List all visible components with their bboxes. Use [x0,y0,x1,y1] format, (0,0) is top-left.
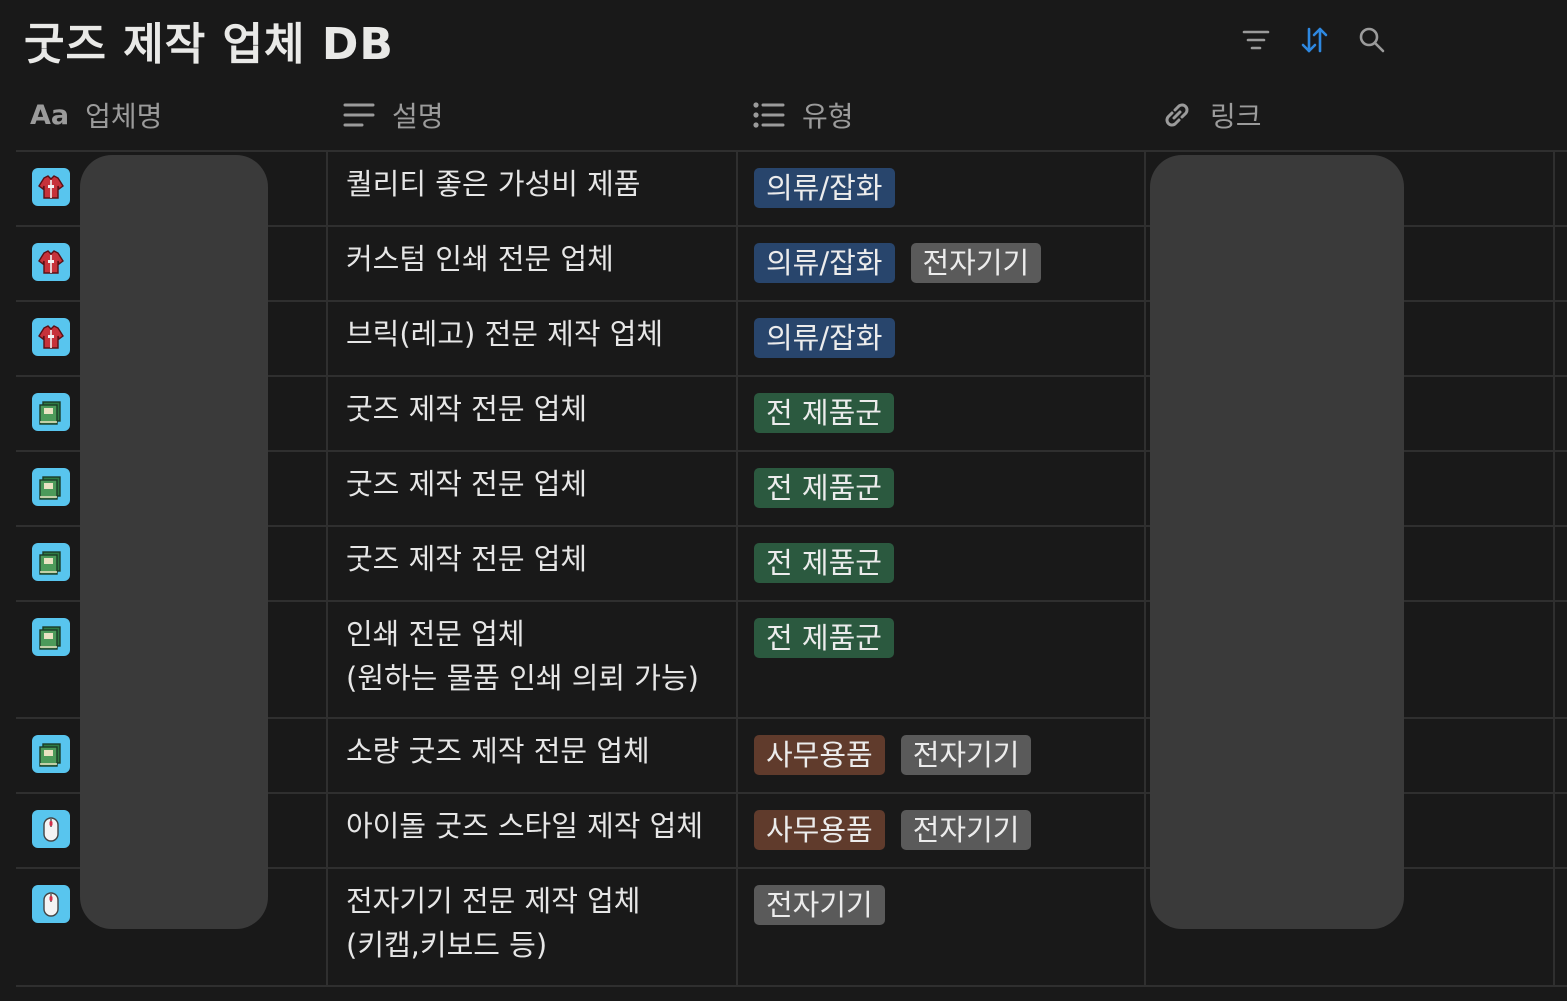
column-label-name: 업체명 [85,100,163,133]
books-icon [32,543,70,581]
description-cell[interactable]: 굿즈 제작 전문 업체 [326,452,736,525]
tag-list: 전 제품군 [754,618,894,658]
books-icon [32,393,70,431]
tag-list: 의류/잡화 [754,168,895,208]
trailing-cell [1553,302,1567,375]
type-cell[interactable]: 전 제품군 [736,602,1146,717]
books-icon [32,735,70,773]
description-text: 전자기기 전문 제작 업체 (키캡,키보드 등) [346,884,641,962]
type-cell[interactable]: 전 제품군 [736,527,1146,600]
type-tag[interactable]: 전 제품군 [754,393,894,433]
tag-list: 전 제품군 [754,468,894,508]
trailing-cell [1553,527,1567,600]
trailing-cell [1553,719,1567,792]
trailing-cell [1553,227,1567,300]
description-cell[interactable]: 전자기기 전문 제작 업체 (키캡,키보드 등) [326,869,736,985]
mouse-icon [32,885,70,923]
jacket-icon [32,318,70,356]
description-cell[interactable]: 커스텀 인쇄 전문 업체 [326,227,736,300]
type-tag[interactable]: 사무용품 [754,735,885,775]
description-cell[interactable]: 소량 굿즈 제작 전문 업체 [326,719,736,792]
redacted-link-column [1150,155,1404,929]
trailing-cell [1553,869,1567,985]
type-tag[interactable]: 전자기기 [754,885,885,925]
view-toolbar [1236,20,1396,60]
description-text: 인쇄 전문 업체 (원하는 물품 인쇄 의뢰 가능) [346,617,699,695]
trailing-cell [1553,377,1567,450]
jacket-icon [32,168,70,206]
description-cell[interactable]: 인쇄 전문 업체 (원하는 물품 인쇄 의뢰 가능) [326,602,736,717]
description-text: 커스텀 인쇄 전문 업체 [346,242,614,276]
trailing-cell [1553,602,1567,717]
column-label-description: 설명 [392,100,444,133]
tag-list: 사무용품 전자기기 [754,810,1032,850]
sort-button[interactable] [1294,20,1334,60]
trailing-cell [1553,452,1567,525]
description-text: 굿즈 제작 전문 업체 [346,542,588,576]
description-cell[interactable]: 굿즈 제작 전문 업체 [326,377,736,450]
description-text: 소량 굿즈 제작 전문 업체 [346,734,650,768]
description-cell[interactable]: 브릭(레고) 전문 제작 업체 [326,302,736,375]
description-cell[interactable]: 퀄리티 좋은 가성비 제품 [326,152,736,225]
description-text: 아이돌 굿즈 스타일 제작 업체 [346,809,704,843]
type-cell[interactable]: 의류/잡화 [736,152,1146,225]
books-icon [32,618,70,656]
type-tag[interactable]: 전자기기 [900,735,1032,775]
type-tag[interactable]: 전자기기 [910,243,1042,283]
type-cell[interactable]: 전 제품군 [736,452,1146,525]
tag-list: 전 제품군 [754,543,894,583]
multi-select-icon [752,100,786,130]
type-tag[interactable]: 전자기기 [900,810,1032,850]
type-tag[interactable]: 의류/잡화 [754,243,895,283]
text-property-icon [342,100,376,130]
jacket-icon [32,243,70,281]
type-tag[interactable]: 의류/잡화 [754,168,895,208]
type-tag[interactable]: 의류/잡화 [754,318,895,358]
description-text: 브릭(레고) 전문 제작 업체 [346,317,664,351]
link-icon [1160,98,1194,132]
type-cell[interactable]: 의류/잡화 전자기기 [736,227,1146,300]
description-cell[interactable]: 아이돌 굿즈 스타일 제작 업체 [326,794,736,867]
tag-list: 의류/잡화 전자기기 [754,243,1042,283]
type-tag[interactable]: 전 제품군 [754,618,894,658]
type-tag[interactable]: 전 제품군 [754,543,894,583]
trailing-cell [1553,152,1567,225]
redacted-name-column [80,155,268,929]
column-header-type[interactable]: 유형 [752,90,854,140]
description-text: 굿즈 제작 전문 업체 [346,392,588,426]
column-label-type: 유형 [802,100,854,133]
column-label-link: 링크 [1210,100,1262,133]
title-property-icon: Aa [30,99,70,131]
tag-list: 사무용품 전자기기 [754,735,1032,775]
column-header-description[interactable]: 설명 [342,90,444,140]
filter-icon [1241,27,1271,53]
tag-list: 전자기기 [754,885,885,925]
page-title: 굿즈 제작 업체 DB [24,19,394,70]
column-header-name[interactable]: Aa 업체명 [30,90,162,140]
type-tag[interactable]: 전 제품군 [754,468,894,508]
type-cell[interactable]: 사무용품 전자기기 [736,794,1146,867]
description-text: 굿즈 제작 전문 업체 [346,467,588,501]
type-cell[interactable]: 사무용품 전자기기 [736,719,1146,792]
type-cell[interactable]: 전 제품군 [736,377,1146,450]
tag-list: 의류/잡화 [754,318,895,358]
mouse-icon [32,810,70,848]
books-icon [32,468,70,506]
description-cell[interactable]: 굿즈 제작 전문 업체 [326,527,736,600]
filter-button[interactable] [1236,20,1276,60]
column-header-link[interactable]: 링크 [1160,90,1262,140]
description-text: 퀄리티 좋은 가성비 제품 [346,167,641,201]
tag-list: 전 제품군 [754,393,894,433]
search-icon [1357,25,1387,55]
type-tag[interactable]: 사무용품 [754,810,885,850]
database-page: 굿즈 제작 업체 DB Aa 업체명 설명 유형 링크 퀄리티 좋은 가성비 제… [0,0,1567,1001]
type-cell[interactable]: 의류/잡화 [736,302,1146,375]
search-button[interactable] [1352,20,1392,60]
sort-icon [1299,25,1329,55]
type-cell[interactable]: 전자기기 [736,869,1146,985]
trailing-cell [1553,794,1567,867]
